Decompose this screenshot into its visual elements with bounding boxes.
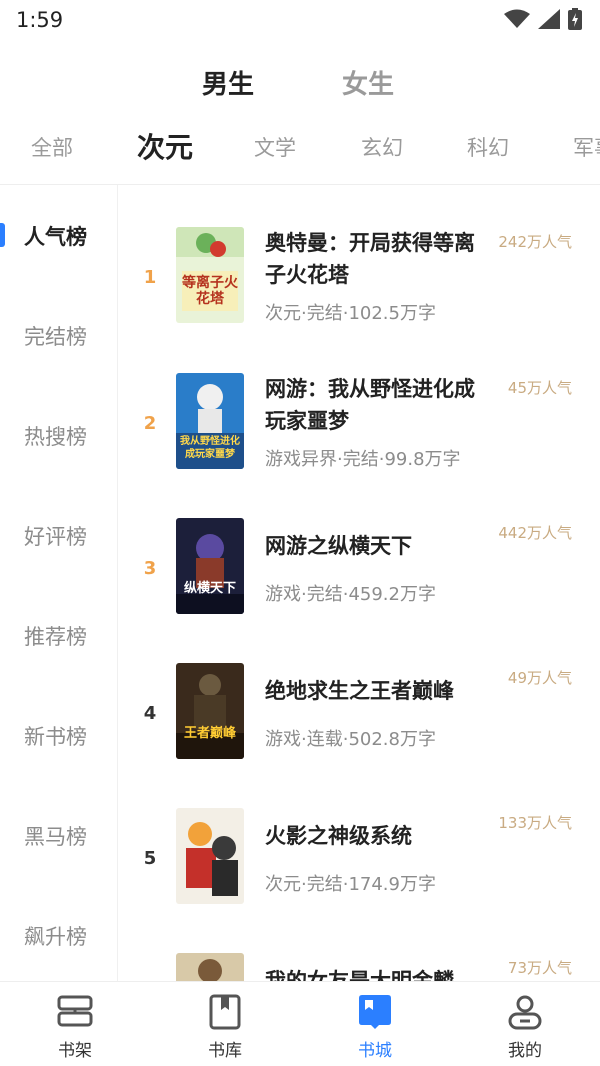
battery-icon: [568, 8, 582, 30]
active-indicator: [0, 223, 5, 247]
book-list: 1 等离子火花塔 奥特曼：开局获得等离子火花塔 次元·完结·102.5万字 24…: [118, 185, 600, 981]
tab-category-literature[interactable]: 文学: [254, 132, 296, 162]
book-cover: 我从野怪进化成玩家噩梦: [176, 373, 244, 469]
status-icons: [504, 8, 582, 30]
category-tabs: 全部 次元 文学 玄幻 科幻 军事: [0, 126, 600, 170]
cover-title: 等离子火花塔: [182, 275, 238, 307]
book-popularity: 242万人气: [498, 233, 572, 251]
book-row[interactable]: 3 纵横天下 网游之纵横天下 游戏·完结·459.2万字 442万人气: [118, 518, 600, 618]
ranking-sidebar: 人气榜 完结榜 热搜榜 好评榜 推荐榜 新书榜 黑马榜 飙升榜: [0, 185, 118, 981]
book-cover: [176, 808, 244, 904]
book-meta: 次元·完结·102.5万字: [265, 303, 436, 324]
book-meta: 次元·完结·174.9万字: [265, 874, 436, 895]
nav-label: 书库: [208, 1041, 242, 1061]
tab-category-all[interactable]: 全部: [31, 132, 73, 162]
status-time: 1:59: [16, 8, 64, 32]
book-row[interactable]: 我的女友是大明金麟 73万人气: [118, 953, 600, 981]
sidebar-item-hot-search[interactable]: 热搜榜: [24, 421, 87, 451]
nav-label: 书城: [358, 1041, 392, 1061]
nav-label: 我的: [508, 1041, 542, 1061]
sidebar-item-rising[interactable]: 飙升榜: [24, 921, 87, 951]
book-row[interactable]: 2 我从野怪进化成玩家噩梦 网游：我从野怪进化成玩家噩梦 游戏异界·完结·99.…: [118, 373, 600, 473]
cover-title: 王者巅峰: [183, 726, 236, 741]
book-popularity: 45万人气: [507, 379, 572, 397]
book-cover: 等离子火花塔: [176, 227, 244, 323]
signal-icon: [538, 9, 560, 29]
rank-number: 3: [143, 558, 157, 579]
book-title: 网游之纵横天下: [265, 534, 412, 558]
cover-art-icon: [176, 953, 244, 981]
rank-number: 5: [143, 848, 157, 869]
bottom-nav: 书架 书库 书城 我的: [0, 981, 600, 1066]
profile-icon: [508, 995, 542, 1030]
rank-number: 4: [143, 703, 157, 724]
book-row[interactable]: 1 等离子火花塔 奥特曼：开局获得等离子火花塔 次元·完结·102.5万字 24…: [118, 227, 600, 327]
book-meta: 游戏·完结·459.2万字: [265, 584, 436, 605]
rank-number: 1: [143, 267, 157, 288]
tab-female[interactable]: 女生: [342, 64, 394, 101]
book-row[interactable]: 4 王者巅峰 绝地求生之王者巅峰 游戏·连载·502.8万字 49万人气: [118, 663, 600, 763]
cover-art-icon: [176, 663, 244, 759]
sidebar-item-popular[interactable]: 人气榜: [24, 221, 87, 251]
book-title: 火影之神级系统: [265, 824, 412, 848]
book-row[interactable]: 5 火影之神级系统 次元·完结·174.9万字 133万人气: [118, 808, 600, 908]
library-icon: [209, 994, 241, 1030]
cover-art-icon: [176, 518, 244, 614]
tab-male[interactable]: 男生: [202, 64, 254, 101]
sidebar-item-recommended[interactable]: 推荐榜: [24, 621, 87, 651]
shelf-icon: [57, 995, 93, 1027]
sidebar-item-dark-horse[interactable]: 黑马榜: [24, 821, 87, 851]
tab-category-military[interactable]: 军事: [573, 132, 600, 162]
book-popularity: 442万人气: [498, 524, 572, 542]
book-popularity: 73万人气: [507, 959, 572, 977]
book-cover: [176, 953, 244, 981]
wifi-icon: [504, 9, 530, 28]
book-title: 我的女友是大明金麟: [265, 969, 454, 981]
nav-profile[interactable]: 我的: [475, 992, 575, 1061]
rank-number: 2: [143, 413, 157, 434]
cover-art-icon: [176, 808, 244, 904]
bookstore-icon: [359, 995, 391, 1029]
tab-category-fantasy[interactable]: 玄幻: [361, 132, 403, 162]
nav-library[interactable]: 书库: [175, 992, 275, 1061]
nav-label: 书架: [58, 1041, 92, 1061]
book-cover: 王者巅峰: [176, 663, 244, 759]
book-title: 绝地求生之王者巅峰: [265, 679, 454, 703]
book-title: 网游：我从野怪进化成玩家噩梦: [265, 377, 475, 433]
book-meta: 游戏·连载·502.8万字: [265, 729, 436, 750]
tab-category-scifi[interactable]: 科幻: [467, 132, 509, 162]
book-cover: 纵横天下: [176, 518, 244, 614]
status-bar: 1:59: [0, 0, 600, 42]
nav-bookshelf[interactable]: 书架: [25, 992, 125, 1061]
cover-title: 我从野怪进化成玩家噩梦: [180, 436, 240, 460]
book-popularity: 49万人气: [507, 669, 572, 687]
gender-tabs: 男生 女生: [0, 64, 600, 108]
tab-category-ciyuan[interactable]: 次元: [137, 126, 193, 166]
cover-title: 纵横天下: [183, 581, 236, 596]
book-meta: 游戏异界·完结·99.8万字: [265, 449, 461, 470]
sidebar-item-new-books[interactable]: 新书榜: [24, 721, 87, 751]
sidebar-item-completed[interactable]: 完结榜: [24, 321, 87, 351]
sidebar-item-top-rated[interactable]: 好评榜: [24, 521, 87, 551]
book-title: 奥特曼：开局获得等离子火花塔: [265, 231, 475, 287]
book-popularity: 133万人气: [498, 814, 572, 832]
nav-bookstore[interactable]: 书城: [325, 992, 425, 1061]
